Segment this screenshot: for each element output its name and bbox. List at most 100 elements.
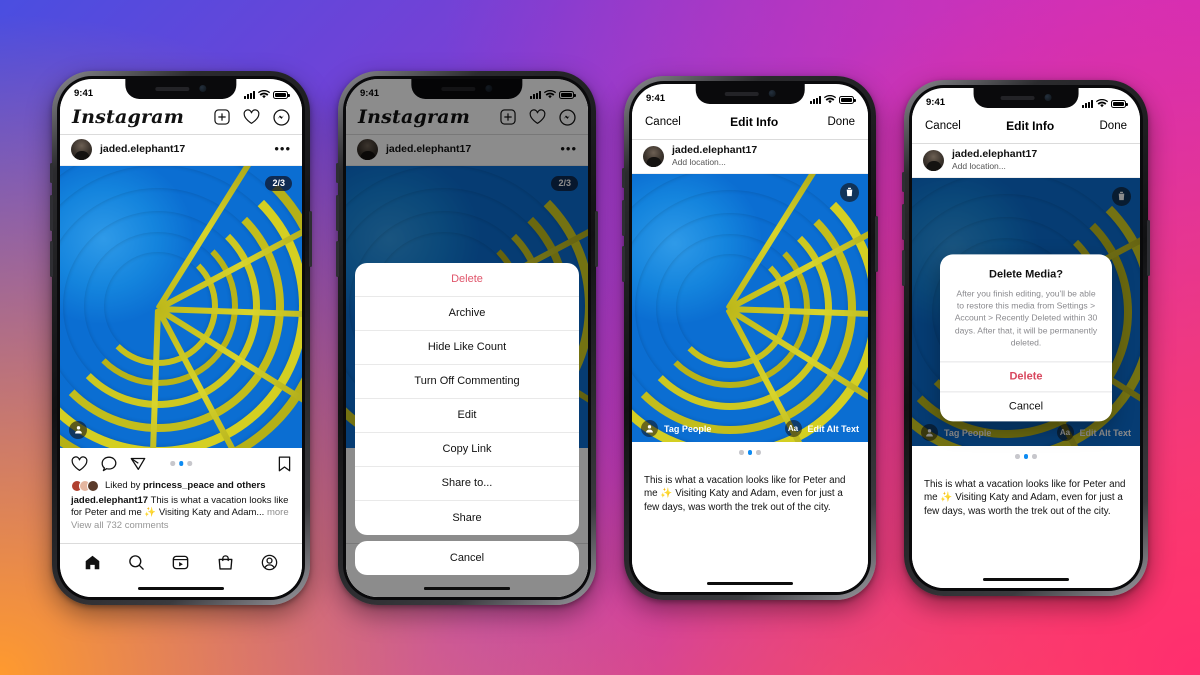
edit-alt-text-label: Edit Alt Text	[807, 423, 860, 434]
bookmark-icon[interactable]	[278, 455, 291, 472]
carousel-dots	[170, 461, 192, 466]
power-button[interactable]	[1147, 219, 1150, 276]
status-time: 9:41	[926, 96, 946, 108]
home-indicator[interactable]	[60, 580, 302, 597]
share-icon[interactable]	[130, 456, 146, 472]
photo-tools-bar: Tag People Aa Edit Alt Text	[632, 416, 868, 442]
tag-people-button[interactable]: Tag People	[641, 420, 711, 437]
header-actions	[214, 108, 290, 126]
post-photo[interactable]: 2/3	[60, 165, 302, 448]
power-button[interactable]	[595, 210, 598, 267]
trash-icon[interactable]	[840, 182, 859, 202]
power-button[interactable]	[309, 210, 312, 267]
volume-down-button[interactable]	[622, 245, 625, 282]
likes-row[interactable]: Liked by princess_peace and others	[60, 479, 302, 495]
comments-count-faded[interactable]: View all 732 comments	[60, 519, 302, 530]
new-post-icon[interactable]	[214, 109, 230, 125]
wifi-icon	[258, 89, 270, 98]
sheet-item-edit[interactable]: Edit	[355, 399, 579, 433]
earpiece-speaker	[155, 86, 190, 91]
silent-switch[interactable]	[902, 171, 905, 192]
earpiece-speaker	[1000, 95, 1035, 100]
liker-avatars	[71, 479, 99, 492]
sheet-item-share[interactable]: Share	[355, 501, 579, 535]
person-icon	[641, 420, 658, 437]
edit-alt-text-button[interactable]: Aa Edit Alt Text	[784, 420, 860, 437]
tagged-people-icon[interactable]	[69, 420, 87, 439]
post-options-action-sheet: Delete Archive Hide Like Count Turn Off …	[355, 262, 579, 575]
earpiece-speaker	[724, 91, 759, 96]
sheet-item-delete[interactable]: Delete	[355, 263, 579, 297]
search-icon[interactable]	[128, 554, 145, 571]
post-action-row	[60, 447, 302, 480]
dialog-cancel-button[interactable]: Cancel	[940, 391, 1112, 421]
sheet-item-archive[interactable]: Archive	[355, 297, 579, 331]
silent-switch[interactable]	[622, 167, 625, 188]
volume-down-button[interactable]	[336, 240, 339, 277]
avatar[interactable]	[71, 139, 92, 160]
ellipsis-icon[interactable]: •••	[274, 143, 291, 155]
post-photo[interactable]: Tag People Aa Edit Alt Text	[632, 173, 868, 442]
shop-icon[interactable]	[217, 554, 234, 571]
battery-icon	[839, 95, 856, 104]
edit-info-navbar: Cancel Edit Info Done	[632, 105, 868, 140]
post-username[interactable]: jaded.elephant17	[100, 143, 185, 156]
sheet-cancel-button[interactable]: Cancel	[355, 540, 579, 575]
caption-textarea[interactable]: This is what a vacation looks like for P…	[632, 463, 868, 576]
volume-up-button[interactable]	[622, 199, 625, 236]
profile-icon[interactable]	[261, 554, 278, 571]
likes-text: Liked by princess_peace and others	[105, 480, 266, 491]
messenger-icon[interactable]	[273, 108, 290, 126]
wifi-icon	[1096, 98, 1108, 107]
power-button[interactable]	[875, 215, 878, 272]
volume-up-button[interactable]	[902, 203, 905, 240]
add-location-button[interactable]: Add location...	[672, 157, 757, 168]
avatar[interactable]	[923, 149, 944, 171]
heart-icon[interactable]	[243, 109, 260, 125]
notch	[695, 83, 805, 104]
page-title: Edit Info	[1006, 119, 1055, 133]
home-indicator[interactable]	[912, 571, 1140, 588]
sheet-item-copy-link[interactable]: Copy Link	[355, 433, 579, 467]
done-button[interactable]: Done	[828, 116, 856, 128]
notch	[125, 78, 237, 99]
silent-switch[interactable]	[50, 162, 53, 183]
avatar[interactable]	[643, 145, 664, 167]
dialog-delete-button[interactable]: Delete	[940, 361, 1112, 391]
reels-icon[interactable]	[172, 554, 189, 571]
phone-2-post-options: 9:41 Instagram jaded.elephant17 ••• 2/3 …	[336, 70, 598, 605]
add-location-button[interactable]: Add location...	[952, 161, 1037, 172]
home-indicator[interactable]	[346, 581, 588, 597]
volume-up-button[interactable]	[336, 194, 339, 231]
volume-up-button[interactable]	[50, 194, 53, 231]
bottom-tab-bar	[60, 542, 302, 581]
instagram-header: Instagram	[60, 100, 302, 135]
cellular-bars-icon	[810, 95, 821, 104]
notch	[973, 87, 1079, 108]
home-indicator[interactable]	[632, 575, 868, 592]
sheet-item-turn-off-commenting[interactable]: Turn Off Commenting	[355, 365, 579, 399]
page-title: Edit Info	[730, 115, 779, 129]
screen: 9:41 Instagram jaded.elephant17 ••• 2/3 …	[346, 78, 588, 597]
screen: 9:41 Cancel Edit Info Done jaded.elephan…	[632, 83, 868, 592]
silent-switch[interactable]	[336, 162, 339, 183]
caption-textarea[interactable]: This is what a vacation looks like for P…	[912, 467, 1140, 572]
phone-bezel: 9:41 Instagram jaded.elephant17 ••• 2/3 …	[343, 75, 591, 600]
heart-icon[interactable]	[71, 455, 88, 472]
front-camera-icon	[199, 85, 207, 92]
cancel-button[interactable]: Cancel	[645, 116, 681, 128]
sheet-item-hide-like-count[interactable]: Hide Like Count	[355, 331, 579, 365]
sheet-item-share-to[interactable]: Share to...	[355, 467, 579, 501]
done-button[interactable]: Done	[1100, 120, 1128, 132]
status-indicators	[244, 89, 290, 99]
comment-icon[interactable]	[101, 456, 117, 472]
cancel-button[interactable]: Cancel	[925, 120, 961, 132]
home-icon[interactable]	[84, 554, 101, 571]
volume-down-button[interactable]	[902, 249, 905, 286]
instagram-logo[interactable]: Instagram	[72, 106, 184, 128]
post-username: jaded.elephant17	[672, 143, 758, 156]
status-indicators	[810, 94, 856, 104]
volume-down-button[interactable]	[50, 240, 53, 277]
caption-more-link[interactable]: more	[267, 507, 289, 518]
caption-username[interactable]: jaded.elephant17	[71, 495, 148, 506]
